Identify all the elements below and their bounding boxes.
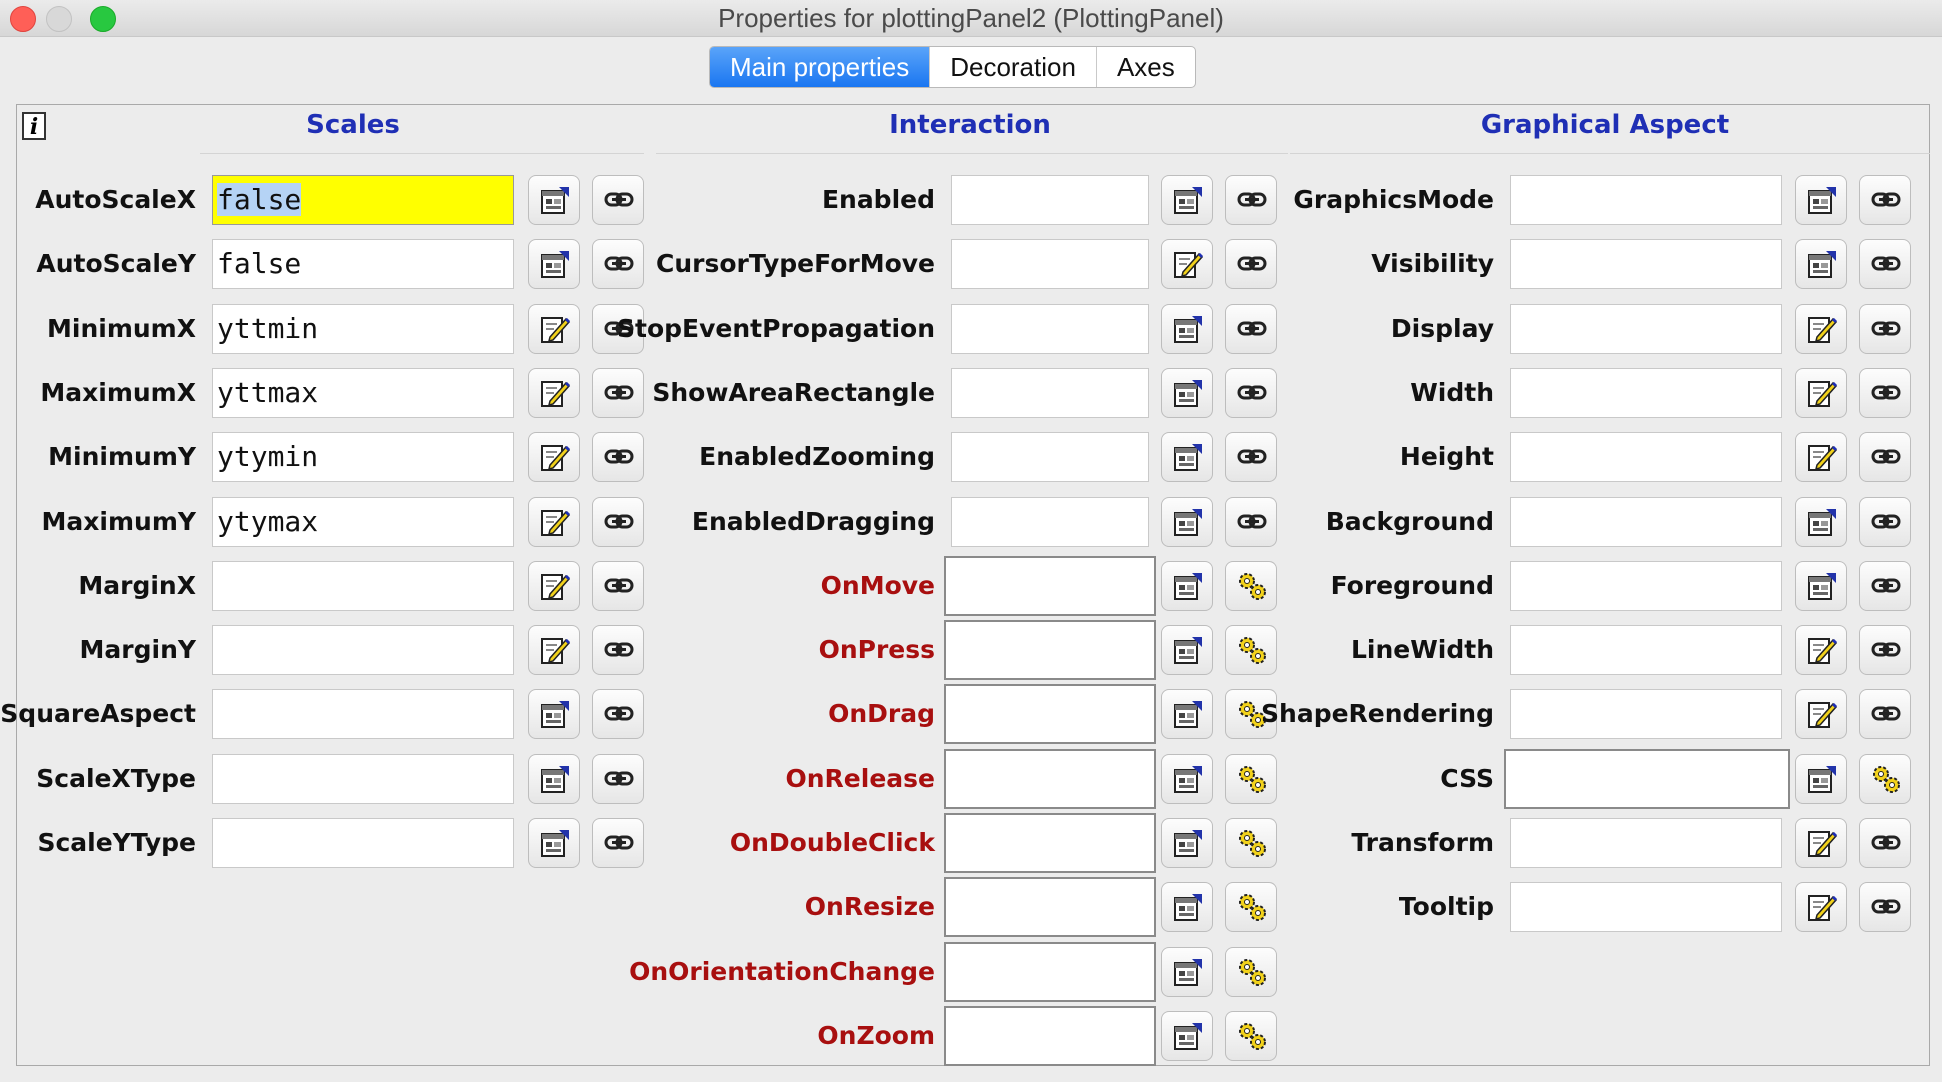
property-value-field[interactable] bbox=[1510, 175, 1782, 225]
tab-main-properties[interactable]: Main properties bbox=[710, 47, 931, 87]
property-label: OnZoom bbox=[817, 1021, 935, 1050]
property-label: OnOrientationChange bbox=[629, 957, 935, 986]
edit-property-button[interactable] bbox=[1795, 497, 1847, 547]
edit-property-button[interactable] bbox=[1795, 368, 1847, 418]
property-value-field[interactable] bbox=[1510, 882, 1782, 932]
property-label: Visibility bbox=[1371, 249, 1494, 278]
link-icon bbox=[1871, 321, 1901, 336]
pencil-edit-icon bbox=[1808, 638, 1838, 664]
link-variable-button[interactable] bbox=[1859, 818, 1911, 868]
property-editor-icon bbox=[1174, 1023, 1202, 1050]
scales-header: Scales bbox=[306, 110, 400, 140]
property-label: Display bbox=[1390, 314, 1494, 343]
pencil-edit-icon bbox=[1808, 317, 1838, 343]
link-variable-button[interactable] bbox=[1859, 175, 1911, 225]
gears-icon bbox=[1239, 1023, 1266, 1050]
link-variable-button[interactable] bbox=[1859, 432, 1911, 482]
edit-property-button[interactable] bbox=[1795, 818, 1847, 868]
link-variable-button[interactable] bbox=[1859, 304, 1911, 354]
scales-divider bbox=[200, 153, 644, 154]
link-icon bbox=[1871, 642, 1901, 657]
link-variable-button[interactable] bbox=[1859, 239, 1911, 289]
edit-property-button[interactable] bbox=[1795, 754, 1847, 804]
window-title: Properties for plottingPanel2 (PlottingP… bbox=[718, 3, 1224, 33]
property-editor-icon bbox=[1808, 187, 1836, 214]
pencil-edit-icon bbox=[1808, 381, 1838, 407]
property-label: Transform bbox=[1351, 828, 1494, 857]
tab-decoration[interactable]: Decoration bbox=[930, 47, 1097, 87]
edit-property-button[interactable] bbox=[1795, 689, 1847, 739]
edit-property-button[interactable] bbox=[1795, 625, 1847, 675]
property-editor-icon bbox=[1808, 251, 1836, 278]
title-bar: Properties for plottingPanel2 (PlottingP… bbox=[0, 0, 1942, 37]
property-label: GraphicsMode bbox=[1293, 185, 1494, 214]
link-icon bbox=[1871, 449, 1901, 464]
property-value-field[interactable] bbox=[1510, 432, 1782, 482]
link-icon bbox=[1871, 256, 1901, 271]
link-variable-button[interactable] bbox=[1859, 497, 1911, 547]
link-variable-button[interactable] bbox=[1859, 882, 1911, 932]
property-label: Height bbox=[1399, 442, 1494, 471]
property-value-field[interactable] bbox=[1510, 368, 1782, 418]
edit-property-button[interactable] bbox=[1161, 947, 1213, 997]
property-value-field[interactable] bbox=[1510, 561, 1782, 611]
edit-property-button[interactable] bbox=[1795, 882, 1847, 932]
action-editor-button[interactable] bbox=[1225, 947, 1277, 997]
property-editor-icon bbox=[1808, 573, 1836, 600]
property-editor-icon bbox=[1808, 509, 1836, 536]
property-label: Foreground bbox=[1330, 571, 1494, 600]
link-icon bbox=[1871, 578, 1901, 593]
property-label: Width bbox=[1410, 378, 1494, 407]
property-value-field[interactable] bbox=[1510, 304, 1782, 354]
pencil-edit-icon bbox=[1808, 831, 1838, 857]
gears-icon bbox=[1873, 766, 1900, 793]
property-value-field[interactable] bbox=[1510, 818, 1782, 868]
link-icon bbox=[1871, 835, 1901, 850]
tab-bar: Main properties Decoration Axes bbox=[709, 46, 1196, 88]
edit-property-button[interactable] bbox=[1795, 561, 1847, 611]
gears-icon bbox=[1239, 959, 1266, 986]
property-editor-icon bbox=[1174, 959, 1202, 986]
pencil-edit-icon bbox=[1808, 702, 1838, 728]
property-label: Background bbox=[1325, 507, 1494, 536]
graphical-aspect-divider bbox=[1290, 153, 1930, 154]
edit-property-button[interactable] bbox=[1161, 1011, 1213, 1061]
link-icon bbox=[1871, 899, 1901, 914]
link-variable-button[interactable] bbox=[1859, 625, 1911, 675]
tab-axes[interactable]: Axes bbox=[1097, 47, 1195, 87]
property-label: ShapeRendering bbox=[1261, 699, 1494, 728]
edit-property-button[interactable] bbox=[1795, 304, 1847, 354]
info-icon[interactable]: i bbox=[22, 112, 46, 140]
link-icon bbox=[1871, 514, 1901, 529]
property-label: CSS bbox=[1440, 764, 1494, 793]
link-variable-button[interactable] bbox=[1859, 689, 1911, 739]
interaction-header: Interaction bbox=[889, 110, 1051, 140]
pencil-edit-icon bbox=[1808, 445, 1838, 471]
edit-property-button[interactable] bbox=[1795, 239, 1847, 289]
edit-property-button[interactable] bbox=[1795, 175, 1847, 225]
property-value-field[interactable] bbox=[1510, 625, 1782, 675]
link-icon bbox=[1871, 385, 1901, 400]
pencil-edit-icon bbox=[1808, 895, 1838, 921]
link-variable-button[interactable] bbox=[1859, 561, 1911, 611]
interaction-divider bbox=[656, 153, 1288, 154]
property-value-field[interactable] bbox=[1504, 749, 1790, 809]
property-editor-icon bbox=[1808, 766, 1836, 793]
property-label: Tooltip bbox=[1398, 892, 1494, 921]
property-value-field[interactable] bbox=[944, 1006, 1156, 1066]
link-variable-button[interactable] bbox=[1859, 368, 1911, 418]
property-value-field[interactable] bbox=[944, 942, 1156, 1002]
property-value-field[interactable] bbox=[1510, 689, 1782, 739]
edit-property-button[interactable] bbox=[1795, 432, 1847, 482]
link-icon bbox=[1871, 192, 1901, 207]
link-icon bbox=[1871, 706, 1901, 721]
graphical-aspect-header: Graphical Aspect bbox=[1480, 110, 1730, 140]
property-value-field[interactable] bbox=[1510, 239, 1782, 289]
action-editor-button[interactable] bbox=[1859, 754, 1911, 804]
action-editor-button[interactable] bbox=[1225, 1011, 1277, 1061]
property-label: LineWidth bbox=[1350, 635, 1494, 664]
property-value-field[interactable] bbox=[1510, 497, 1782, 547]
